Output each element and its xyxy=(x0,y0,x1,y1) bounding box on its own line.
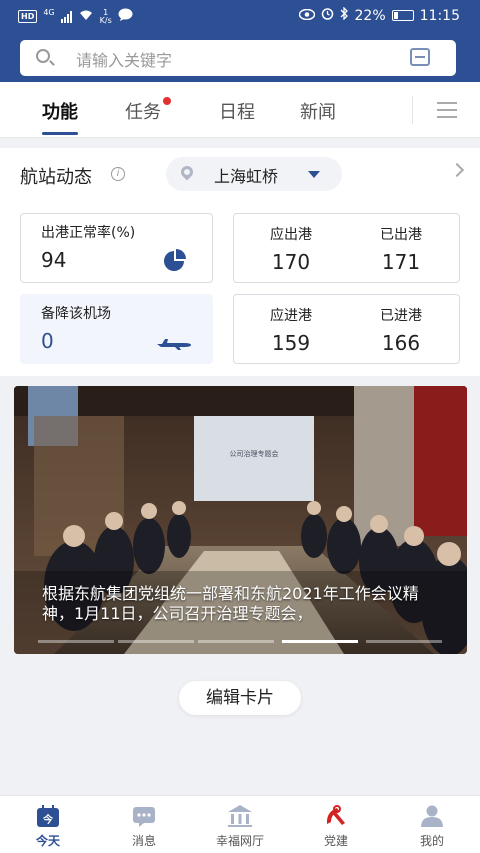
calendar-today-icon: 今 xyxy=(35,804,61,828)
planned-arrivals: 应进港 159 xyxy=(246,305,336,355)
tab-functions-label: 功能 xyxy=(42,102,78,123)
network-speed: 1 K/s xyxy=(99,8,112,25)
eye-icon xyxy=(298,8,315,24)
actual-departures-label: 已出港 xyxy=(380,227,422,243)
status-time: 11:15 xyxy=(419,7,460,24)
active-tab-indicator xyxy=(42,132,78,135)
chat-notification-icon xyxy=(118,8,133,25)
edit-cards-button[interactable]: 编辑卡片 xyxy=(179,681,301,715)
nav-today-label: 今天 xyxy=(35,834,60,848)
carousel-indicator-active[interactable] xyxy=(282,640,358,643)
alarm-icon xyxy=(321,7,334,24)
actual-departures: 已出港 171 xyxy=(356,224,446,274)
chevron-right-icon[interactable] xyxy=(449,162,465,178)
airplane-icon xyxy=(157,339,191,350)
battery-icon xyxy=(391,10,414,21)
tab-tasks-label: 任务 xyxy=(125,102,161,123)
tab-news[interactable]: 新闻 xyxy=(300,98,336,124)
tab-tasks[interactable]: 任务 xyxy=(125,97,171,124)
tab-bar: 功能 任务 日程 新闻 xyxy=(0,82,480,138)
card-title: 航站动态 xyxy=(20,167,92,188)
carousel-indicator[interactable] xyxy=(366,640,442,643)
station-dynamics-card: 航站动态 i 上海虹桥 出港正常率(%) 94 备降该机场 0 应出港 170 … xyxy=(0,148,480,376)
menu-icon[interactable] xyxy=(437,102,457,118)
notification-badge xyxy=(163,97,171,105)
search-icon xyxy=(36,49,50,63)
carousel-indicator[interactable] xyxy=(198,640,274,643)
nav-messages[interactable]: 消息 xyxy=(104,804,184,849)
carousel-indicator[interactable] xyxy=(118,640,194,643)
planned-departures: 应出港 170 xyxy=(246,224,336,274)
alternate-airport-box[interactable]: 备降该机场 0 xyxy=(20,294,213,364)
nav-service-hall-label: 幸福网厅 xyxy=(215,834,264,848)
alternate-value: 0 xyxy=(41,329,54,353)
tab-schedule[interactable]: 日程 xyxy=(219,98,255,124)
bluetooth-icon xyxy=(340,6,349,24)
network-speed-unit: K/s xyxy=(99,15,112,25)
alternate-label: 备降该机场 xyxy=(41,306,111,322)
airport-name: 上海虹桥 xyxy=(214,167,279,186)
network-generation: 4G xyxy=(43,8,55,17)
profile-icon xyxy=(419,804,445,828)
search-bar[interactable]: 请输入关键字 xyxy=(20,40,456,76)
screen-text: 公司治理专题会 xyxy=(230,449,279,458)
nav-party-building[interactable]: 党建 xyxy=(296,804,376,849)
signal-icon xyxy=(60,10,72,23)
status-bar: HD 4G 1 K/s 22% 11:15 xyxy=(0,0,480,32)
outbound-rate-value: 94 xyxy=(41,248,67,272)
nav-party-building-label: 党建 xyxy=(323,834,348,848)
planned-arrivals-value: 159 xyxy=(271,331,311,355)
planned-departures-label: 应出港 xyxy=(270,227,312,243)
top-header: HD 4G 1 K/s 22% 11:15 请输入关键字 xyxy=(0,0,480,82)
carousel-indicator[interactable] xyxy=(38,640,114,643)
planned-departures-value: 170 xyxy=(271,250,311,274)
actual-departures-value: 171 xyxy=(381,250,421,274)
nav-messages-label: 消息 xyxy=(131,834,156,848)
pie-chart-icon xyxy=(164,249,186,271)
tab-functions[interactable]: 功能 xyxy=(42,98,78,135)
actual-arrivals-label: 已进港 xyxy=(380,308,422,324)
news-banner[interactable]: 公司治理专题会 根据东航集团党组统一部署和东航2021年工作会议精神，1月11日… xyxy=(14,386,467,654)
tab-schedule-label: 日程 xyxy=(219,102,255,123)
hd-indicator: HD xyxy=(18,10,38,23)
departures-box[interactable]: 应出港 170 已出港 171 xyxy=(233,213,460,283)
outbound-rate-box[interactable]: 出港正常率(%) 94 xyxy=(20,213,213,283)
scan-icon[interactable] xyxy=(410,48,430,66)
hall-icon xyxy=(227,804,253,828)
battery-percent: 22% xyxy=(354,7,386,24)
wifi-icon xyxy=(78,9,94,25)
dropdown-caret-icon xyxy=(308,171,320,178)
banner-caption: 根据东航集团党组统一部署和东航2021年工作会议精神，1月11日，公司召开治理专… xyxy=(42,584,419,623)
actual-arrivals-value: 166 xyxy=(381,331,421,355)
search-input[interactable]: 请输入关键字 xyxy=(76,47,172,71)
tab-news-label: 新闻 xyxy=(300,102,336,123)
airport-selector[interactable]: 上海虹桥 xyxy=(166,157,342,191)
nav-profile[interactable]: 我的 xyxy=(392,804,472,849)
party-emblem-icon xyxy=(323,804,349,828)
calendar-today-text: 今 xyxy=(42,813,54,826)
tab-divider xyxy=(412,96,413,124)
arrivals-box[interactable]: 应进港 159 已进港 166 xyxy=(233,294,460,364)
nav-service-hall[interactable]: 幸福网厅 xyxy=(200,804,280,849)
info-icon[interactable]: i xyxy=(111,167,125,181)
outbound-rate-label: 出港正常率(%) xyxy=(41,225,136,241)
nav-today[interactable]: 今 今天 xyxy=(8,804,88,849)
bottom-nav: 今 今天 消息 幸福网厅 党建 我的 xyxy=(0,795,480,853)
message-icon xyxy=(131,804,157,828)
location-pin-icon xyxy=(178,163,196,181)
actual-arrivals: 已进港 166 xyxy=(356,305,446,355)
planned-arrivals-label: 应进港 xyxy=(270,308,312,324)
nav-profile-label: 我的 xyxy=(419,834,444,848)
